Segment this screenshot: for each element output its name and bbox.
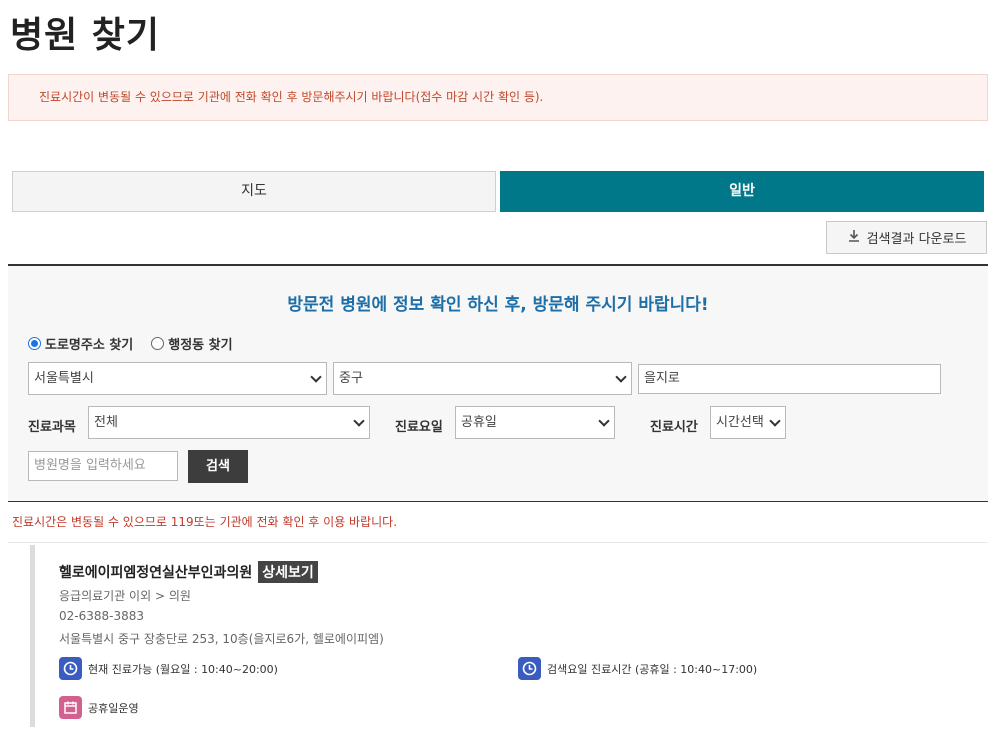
download-button[interactable]: 검색결과 다운로드 [826, 221, 987, 254]
radio-admin-dong[interactable]: 행정동 찾기 [151, 334, 233, 353]
result-item: 헬로에이피엠정연실산부인과의원 상세보기 응급의료기관 이외 > 의원 02-6… [30, 545, 988, 727]
hospital-phone: 02-6388-3883 [59, 609, 145, 623]
notice-banner: 진료시간이 변동될 수 있으므로 기관에 전화 확인 후 방문해주시기 바랍니다… [8, 74, 988, 121]
search-button[interactable]: 검색 [188, 450, 248, 483]
district-select[interactable]: 중구 [333, 362, 632, 395]
radio-road-label: 도로명주소 찾기 [45, 338, 134, 353]
day-select[interactable]: 공휴일 [455, 406, 615, 439]
time-select[interactable]: 시간선택 [710, 406, 786, 439]
radio-admin-label: 행정동 찾기 [168, 338, 233, 353]
page-title: 병원 찾기 [10, 15, 161, 56]
dept-label: 진료과목 [28, 420, 76, 435]
holiday-text: 공휴일운영 [88, 701, 139, 715]
download-icon [847, 229, 861, 247]
status-now: 현재 진료가능 (월요일 : 10:40~20:00) [59, 657, 278, 680]
time-label: 진료시간 [650, 420, 698, 435]
divider [8, 542, 988, 543]
holiday-badge: 공휴일운영 [59, 696, 139, 719]
radio-road-dot[interactable] [28, 337, 41, 350]
status-search-day: 검색요일 진료시간 (공휴일 : 10:40~17:00) [518, 657, 757, 680]
radio-admin-dot[interactable] [151, 337, 165, 350]
address-type-radios: 도로명주소 찾기 행정동 찾기 [28, 334, 233, 353]
chevron-down-icon [310, 371, 322, 383]
warning-note: 진료시간은 변동될 수 있으므로 119또는 기관에 전화 확인 후 이용 바랍… [12, 515, 398, 529]
radio-road-address[interactable]: 도로명주소 찾기 [28, 334, 133, 353]
time-select-value: 시간선택 [716, 415, 764, 430]
street-input[interactable]: 을지로 [638, 364, 941, 394]
tab-map[interactable]: 지도 [12, 171, 496, 212]
district-select-value: 중구 [339, 371, 363, 386]
status-now-text: 현재 진료가능 (월요일 : 10:40~20:00) [88, 662, 278, 676]
chevron-down-icon [769, 415, 781, 427]
hospital-name[interactable]: 헬로에이피엠정연실산부인과의원 [59, 562, 252, 582]
tab-general[interactable]: 일반 [500, 171, 984, 212]
calendar-icon [59, 696, 82, 719]
hospital-name-input[interactable]: 병원명을 입력하세요 [28, 451, 178, 481]
status-search-text: 검색요일 진료시간 (공휴일 : 10:40~17:00) [547, 662, 758, 676]
chevron-down-icon [598, 415, 610, 427]
hospital-category: 응급의료기관 이외 > 의원 [59, 589, 191, 603]
clock-icon [518, 657, 541, 680]
day-select-value: 공휴일 [461, 415, 497, 430]
result-title: 헬로에이피엠정연실산부인과의원 상세보기 [59, 561, 318, 583]
day-label: 진료요일 [395, 420, 443, 435]
detail-button[interactable]: 상세보기 [258, 561, 318, 583]
city-select-value: 서울특별시 [34, 371, 94, 386]
clock-icon [59, 657, 82, 680]
search-panel: 방문전 병원에 정보 확인 하신 후, 방문해 주시기 바랍니다! 도로명주소 … [8, 264, 988, 502]
chevron-down-icon [615, 371, 627, 383]
chevron-down-icon [353, 415, 365, 427]
search-heading: 방문전 병원에 정보 확인 하신 후, 방문해 주시기 바랍니다! [287, 295, 709, 315]
city-select[interactable]: 서울특별시 [28, 362, 327, 395]
dept-select-value: 전체 [94, 415, 118, 430]
dept-select[interactable]: 전체 [88, 406, 370, 439]
download-label: 검색결과 다운로드 [866, 232, 967, 247]
hospital-address: 서울특별시 중구 장충단로 253, 10층(을지로6가, 헬로에이피엠) [59, 632, 384, 646]
